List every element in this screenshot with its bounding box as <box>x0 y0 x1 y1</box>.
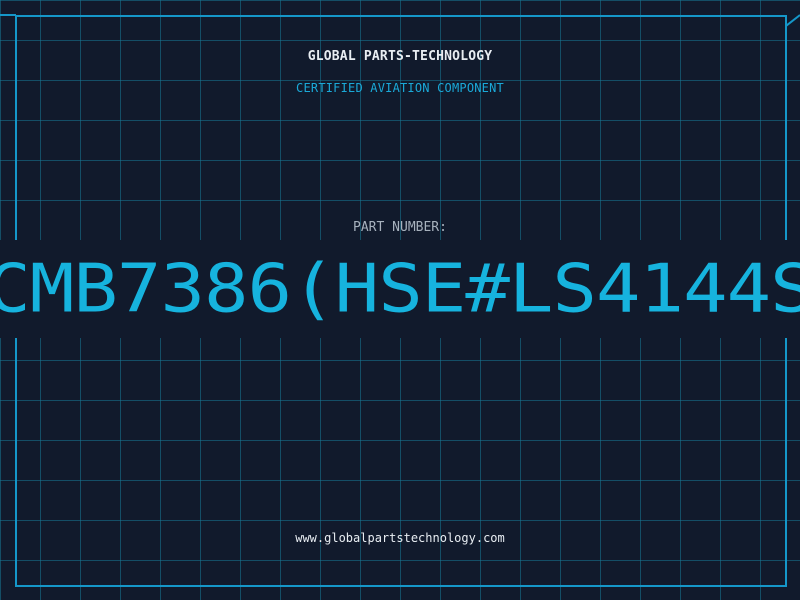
part-number-label: PART NUMBER: <box>353 220 447 235</box>
part-number-value-wrap: CMB7386(HSE#LS4144S <box>0 245 800 333</box>
company-name: GLOBAL PARTS-TECHNOLOGY <box>307 49 493 64</box>
frame-notch-right <box>785 14 800 27</box>
label-canvas: GLOBAL PARTS-TECHNOLOGY CERTIFIED AVIATI… <box>0 0 800 600</box>
part-number-band: CMB7386(HSE#LS4144S <box>0 240 800 338</box>
part-number-value: CMB7386(HSE#LS4144S <box>0 250 800 328</box>
frame-notch-left <box>0 14 16 16</box>
website-url: www.globalpartstechnology.com <box>295 531 505 545</box>
certification-subtitle: CERTIFIED AVIATION COMPONENT <box>296 81 504 95</box>
